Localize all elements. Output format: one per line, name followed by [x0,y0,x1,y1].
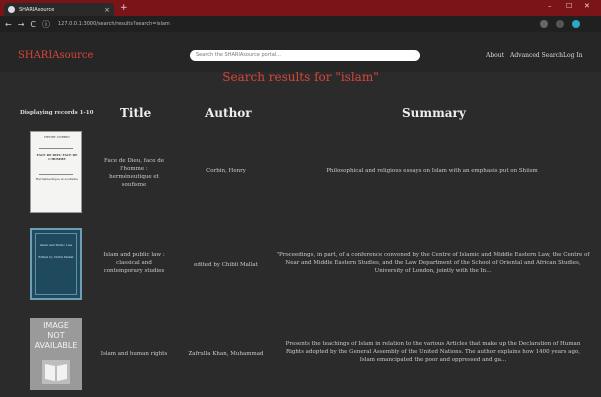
column-header-author: Author [205,106,252,120]
cover-rule [39,148,73,149]
cover-author: HENRY CORBIN [44,135,70,139]
result-summary: Presents the teachings of Islam in relat… [285,341,581,363]
records-count: Displaying records 1-10 [20,110,94,116]
tab-close-icon[interactable]: × [104,6,110,14]
result-author: Corbin, Henry [206,168,246,174]
extension-icon[interactable] [540,20,548,28]
favicon-icon [8,6,15,13]
site-logo[interactable]: SHARIAsource [18,50,93,61]
reload-button[interactable]: C [30,20,36,29]
search-input[interactable]: Search the SHARIAsource portal... [190,50,420,61]
result-title[interactable]: Face de Dieu, face de l'homme : herméneu… [100,158,168,190]
minimize-button[interactable]: – [548,2,552,10]
tab-title: SHARIAsource [19,6,55,13]
book-cover-image[interactable]: Islam and Public Law Edited by Chibli Ma… [30,228,82,300]
cover-placeholder-line: AVAILABLE [34,341,78,350]
result-title[interactable]: Islam and human rights [100,351,168,359]
cover-title: Islam and Public Law [39,243,73,247]
address-bar[interactable]: 127.0.0.1:3000/search/results?search=isl… [58,21,170,27]
bookmark-icon[interactable] [556,20,564,28]
new-tab-button[interactable]: + [120,3,128,13]
browser-toolbar: ← → C ⓘ 127.0.0.1:3000/search/results?se… [0,16,601,32]
site-info-icon[interactable]: ⓘ [42,19,50,30]
back-button[interactable]: ← [5,20,12,29]
book-icon [42,360,70,384]
page-title: Search results for "islam" [222,70,379,84]
browser-tab-strip: SHARIAsource × + – ☐ ✕ [0,0,601,16]
window-close-button[interactable]: ✕ [584,2,590,10]
cover-subtitle: Edited by Chibli Mallat [38,255,74,259]
cover-title: FACE DE DIEU FACE DE L'HOMME [36,153,78,161]
profile-avatar[interactable] [572,20,580,28]
column-header-title: Title [120,106,152,120]
result-author: edited by Chibli Mallat [194,262,258,268]
book-cover-image[interactable]: IMAGE NOT AVAILABLE [30,318,82,390]
cover-placeholder-line: NOT [47,331,65,340]
login-link[interactable]: Log In [563,52,583,59]
book-cover-image[interactable]: HENRY CORBIN FACE DE DIEU FACE DE L'HOMM… [30,131,82,213]
column-header-summary: Summary [402,106,466,120]
about-link[interactable]: About [486,52,504,59]
result-title[interactable]: Islam and public law : classical and con… [100,252,168,276]
maximize-button[interactable]: ☐ [566,2,572,10]
result-summary: Philosophical and religious essays on Is… [326,168,538,174]
cover-placeholder-line: IMAGE [43,321,69,330]
forward-button[interactable]: → [18,20,25,29]
advanced-search-link[interactable]: Advanced Search [510,52,563,59]
result-author: Zafrulla Khan, Muhammad [188,351,264,357]
cover-rule [39,174,73,175]
cover-subtitle: Herméneutique et soufisme [35,177,79,181]
browser-tab[interactable]: SHARIAsource × [4,3,114,16]
result-summary: "Proceedings, in part, of a conference c… [276,252,590,274]
